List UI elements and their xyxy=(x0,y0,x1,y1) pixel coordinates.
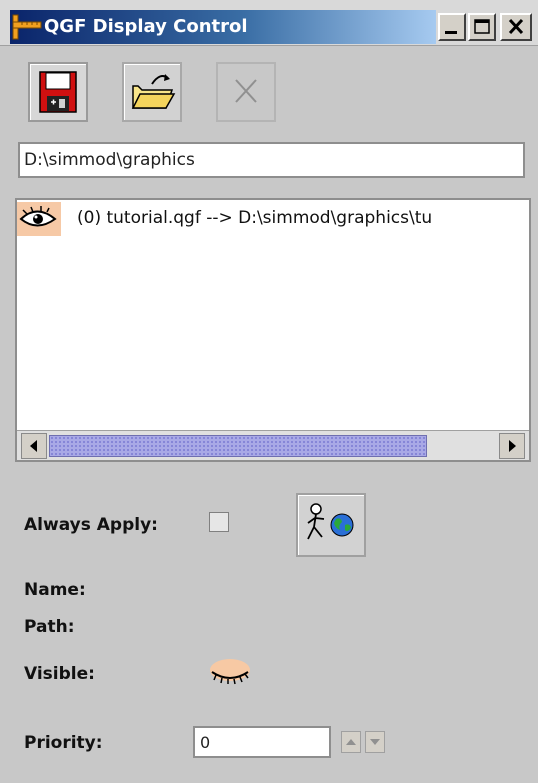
priority-input[interactable]: 0 xyxy=(193,726,331,758)
list-item-label: (0) tutorial.qgf --> D:\simmod\graphics\… xyxy=(77,208,433,228)
eye-closed-icon[interactable] xyxy=(206,652,254,692)
always-apply-checkbox[interactable] xyxy=(209,512,229,532)
apply-button[interactable] xyxy=(296,493,366,557)
name-label: Name: xyxy=(24,580,86,600)
title-bar: QGF Display Control xyxy=(0,0,538,46)
scroll-right-icon xyxy=(509,440,516,452)
close-icon xyxy=(508,18,524,35)
delete-button[interactable] xyxy=(216,62,276,122)
minimize-icon xyxy=(445,31,457,34)
open-button[interactable] xyxy=(122,62,182,122)
walker-globe-icon xyxy=(307,503,354,540)
maximize-button[interactable] xyxy=(468,13,496,41)
ruler-icon xyxy=(12,14,42,40)
x-icon xyxy=(235,79,257,103)
list-item[interactable]: (0) tutorial.qgf --> D:\simmod\graphics\… xyxy=(17,202,529,238)
close-button[interactable] xyxy=(500,13,532,41)
directory-path-field[interactable]: D:\simmod\graphics xyxy=(18,142,525,178)
minimize-button[interactable] xyxy=(438,13,466,41)
priority-increment-button[interactable] xyxy=(341,731,361,753)
priority-value: 0 xyxy=(200,733,211,752)
visible-label: Visible: xyxy=(24,664,95,684)
file-list[interactable]: (0) tutorial.qgf --> D:\simmod\graphics\… xyxy=(15,198,531,462)
priority-label: Priority: xyxy=(24,733,103,753)
always-apply-label: Always Apply: xyxy=(24,515,158,535)
scroll-right-button[interactable] xyxy=(499,433,525,459)
scroll-left-icon xyxy=(30,440,37,452)
chevron-down-icon xyxy=(370,739,380,745)
path-label: Path: xyxy=(24,617,75,637)
directory-path-value: D:\simmod\graphics xyxy=(24,150,195,170)
scroll-left-button[interactable] xyxy=(21,433,47,459)
open-folder-icon xyxy=(131,74,176,109)
eye-open-icon[interactable] xyxy=(17,202,61,236)
window-title: QGF Display Control xyxy=(44,16,248,37)
priority-decrement-button[interactable] xyxy=(365,731,385,753)
floppy-disk-icon xyxy=(39,71,77,113)
scrollbar-thumb[interactable] xyxy=(49,435,427,457)
chevron-up-icon xyxy=(346,739,356,745)
horizontal-scrollbar[interactable] xyxy=(17,430,529,460)
maximize-icon xyxy=(474,19,490,34)
save-button[interactable] xyxy=(28,62,88,122)
